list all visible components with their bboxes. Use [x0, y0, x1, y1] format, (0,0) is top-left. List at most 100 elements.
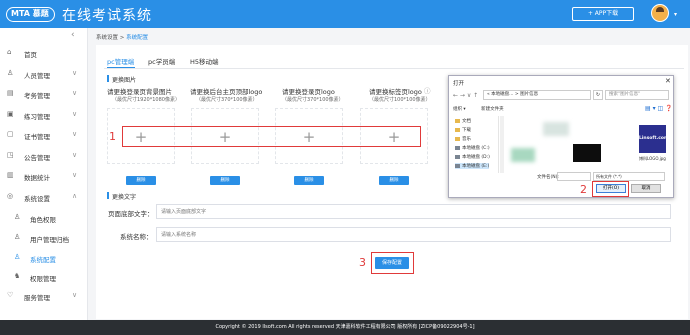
file-type-select[interactable]: 所有文件 (*.*) — [593, 172, 665, 181]
delete-tab-logo-button[interactable]: 删除 — [379, 176, 409, 185]
sidebar-item-label: 首页 — [24, 51, 37, 59]
new-folder-button[interactable]: 新建文件夹 — [481, 107, 504, 112]
thumbnail-caption: 博科LOGO.jpg — [639, 156, 666, 161]
slot-size-admin-logo: （最优尺寸370*100像素） — [196, 97, 258, 103]
footer-text-input[interactable] — [156, 204, 671, 219]
tree-item[interactable]: 本地磁盘 (C:) — [455, 145, 490, 151]
annotation-number-2: 2 — [580, 183, 587, 196]
view-options-icon[interactable]: ▤ ▾ ◫ ❓ — [645, 105, 673, 112]
user-icon: ♙ — [7, 69, 14, 77]
calendar-icon: ▤ — [7, 89, 14, 97]
sidebar-item[interactable]: ♙ 人员管理 ∨ — [0, 65, 88, 83]
config-icon: ♙ — [14, 253, 21, 261]
slot-label-login-logo: 请更换登录页logo — [282, 88, 335, 96]
tab-h5-mobile[interactable]: H5移动端 — [190, 56, 219, 66]
tree-item-selected[interactable]: 本地磁盘 (E:) — [455, 163, 490, 169]
sidebar-item-label: 服务管理 — [24, 294, 50, 302]
annotation-box-1 — [122, 126, 421, 147]
tree-item[interactable]: 文档 — [455, 118, 471, 124]
chevron-down-icon: ∨ — [72, 291, 78, 299]
slot-size-login-logo: （最优尺寸370*100像素） — [282, 97, 344, 103]
permission-icon: ♞ — [14, 272, 21, 280]
logo-thumbnail[interactable]: Linsoft.com — [639, 125, 669, 153]
breadcrumb: 系统设置 > 系统配置 — [96, 33, 148, 41]
sidebar-item[interactable]: ♞ 权限管理 — [0, 268, 88, 286]
footer-text-label: 页面底部文字： — [108, 210, 154, 218]
sidebar-item[interactable]: ♙ 用户管理归档 — [0, 229, 88, 247]
notice-icon: ◳ — [7, 151, 14, 159]
system-name-label: 系统名称： — [120, 233, 153, 241]
breadcrumb-root[interactable]: 系统设置 — [96, 35, 118, 41]
folder-icon — [455, 136, 460, 141]
sidebar-item-label: 考务管理 — [24, 92, 50, 100]
sidebar-item[interactable]: ⌂ 首页 — [0, 44, 88, 62]
sidebar-item[interactable]: ◎ 系统设置 ∧ — [0, 188, 88, 206]
dialog-toolbar: 组织 ▾ 新建文件夹 — [453, 106, 504, 112]
tree-scrollbar[interactable] — [500, 116, 504, 173]
sidebar-item[interactable]: ▤ 考务管理 ∨ — [0, 85, 88, 103]
sidebar-item-label: 数据统计 — [24, 174, 50, 182]
tree-item[interactable]: 本地磁盘 (D:) — [455, 154, 490, 160]
image-thumbnail[interactable] — [573, 144, 601, 162]
delete-login-bg-button[interactable]: 删除 — [126, 176, 156, 185]
dialog-title: 打开 — [453, 81, 465, 87]
brand-logo: MTA 慕题 — [6, 7, 55, 22]
stats-icon: ▥ — [7, 171, 14, 179]
tree-item[interactable]: 音乐 — [455, 136, 471, 142]
app-download-button[interactable]: + APP下载 — [572, 7, 634, 21]
sidebar-item-label: 系统设置 — [24, 195, 50, 203]
delete-admin-logo-button[interactable]: 删除 — [210, 176, 240, 185]
tab-pc-admin[interactable]: pc管理端 — [107, 56, 134, 66]
section-title-images: 更换图片 — [106, 75, 137, 84]
dialog-search-input[interactable]: 搜索"图片信息" — [605, 90, 669, 100]
sidebar: ‹ ⌂ 首页 ♙ 人员管理 ∨ ▤ 考务管理 ∨ ▣ 练习管理 ∨ ▢ 证书管理 ∨ ◳ 公告管理 ∨ ▥ 数据统计… — [0, 28, 88, 320]
breadcrumb-current: 系统配置 — [126, 35, 149, 41]
chevron-up-icon: ∧ — [72, 192, 78, 200]
user-archive-icon: ♙ — [14, 233, 21, 241]
sidebar-item-label: 练习管理 — [24, 113, 50, 121]
slot-size-login-bg: （最优尺寸1920*1080像素） — [112, 97, 180, 103]
close-icon[interactable]: ✕ — [665, 77, 671, 85]
refresh-icon[interactable]: ↻ — [593, 90, 603, 100]
folder-icon — [455, 118, 460, 123]
chevron-down-icon: ∨ — [72, 89, 78, 97]
slot-label-login-bg: 请更换登录页背景图片 — [107, 88, 172, 96]
drive-icon — [455, 145, 460, 150]
cancel-button[interactable]: 取消 — [631, 184, 661, 193]
delete-login-logo-button[interactable]: 删除 — [294, 176, 324, 185]
info-icon[interactable]: ⓘ — [424, 85, 431, 95]
dialog-path-bar[interactable]: « 本地磁盘... > 图片信息 — [483, 90, 591, 100]
certificate-icon: ▢ — [7, 130, 14, 138]
page-footer: Copyright © 2019 llsoft.com All rights r… — [0, 320, 690, 335]
sidebar-item-label: 角色权限 — [30, 216, 56, 224]
chevron-down-icon: ∨ — [72, 151, 78, 159]
filename-input[interactable] — [557, 172, 591, 181]
dialog-nav-arrows[interactable]: ← → ∨ ↑ — [453, 92, 478, 99]
sidebar-item[interactable]: ▢ 证书管理 ∨ — [0, 126, 88, 144]
sidebar-item[interactable]: ◳ 公告管理 ∨ — [0, 147, 88, 165]
tab-pc-student[interactable]: pc学员端 — [148, 56, 175, 66]
collapse-icon[interactable]: ‹ — [71, 30, 75, 40]
document-icon: ▣ — [7, 110, 14, 118]
image-thumbnail[interactable] — [543, 122, 569, 136]
slot-size-tab-logo: （最优尺寸100*100像素） — [369, 97, 431, 103]
sidebar-item[interactable]: ♙ 系统配置 — [0, 249, 88, 267]
chevron-down-icon[interactable]: ▾ — [674, 11, 677, 18]
image-thumbnail[interactable] — [511, 148, 535, 162]
organize-menu[interactable]: 组织 ▾ — [453, 107, 466, 112]
file-open-dialog: 打开 ✕ ← → ∨ ↑ « 本地磁盘... > 图片信息 ↻ 搜索"图片信息"… — [448, 75, 674, 198]
avatar[interactable] — [651, 4, 669, 22]
tab-divider — [104, 68, 684, 69]
system-name-input[interactable] — [156, 227, 671, 242]
sidebar-item-label: 人员管理 — [24, 72, 50, 80]
slot-label-tab-logo: 请更换标签页logo — [369, 88, 422, 96]
annotation-number-3: 3 — [359, 256, 366, 269]
sidebar-item[interactable]: ▥ 数据统计 ∨ — [0, 167, 88, 185]
chevron-down-icon: ∨ — [72, 69, 78, 77]
sidebar-item[interactable]: ♡ 服务管理 ∨ — [0, 287, 88, 305]
tree-item[interactable]: 下载 — [455, 127, 471, 133]
service-icon: ♡ — [7, 291, 14, 299]
sidebar-item-label: 用户管理归档 — [30, 236, 69, 244]
sidebar-item[interactable]: ♙ 角色权限 — [0, 209, 88, 227]
sidebar-item[interactable]: ▣ 练习管理 ∨ — [0, 106, 88, 124]
